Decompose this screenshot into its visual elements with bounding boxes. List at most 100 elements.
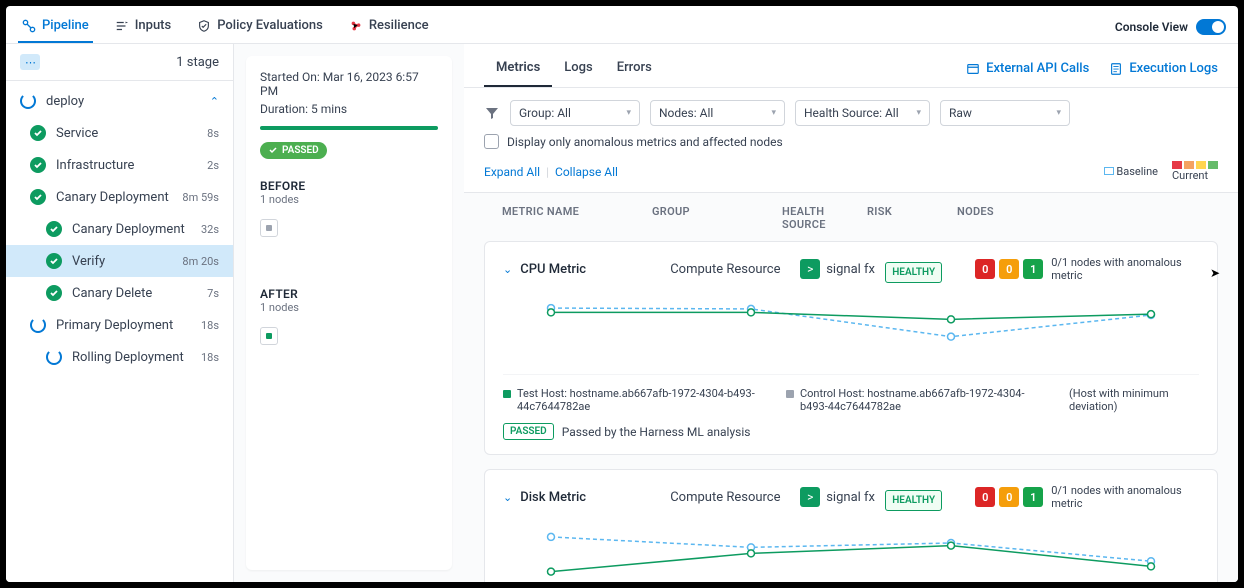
- tree-item-primary-deployment[interactable]: Primary Deployment18s: [6, 309, 233, 341]
- tab-resilience[interactable]: Resilience: [345, 10, 433, 43]
- col-metric-name: METRIC NAME: [502, 205, 652, 231]
- pipeline-sidebar: ⋯ 1 stage deploy⌃Service8sInfrastructure…: [6, 44, 234, 582]
- inputs-icon: [115, 19, 129, 33]
- after-node-box[interactable]: [260, 327, 278, 345]
- check-icon: [46, 221, 62, 237]
- duration-label: 7s: [207, 287, 219, 300]
- tab-label: Pipeline: [42, 18, 89, 33]
- anomalous-only-label: Display only anomalous metrics and affec…: [507, 135, 783, 149]
- logs-icon: [1109, 62, 1123, 76]
- top-tab-bar: Pipeline Inputs Policy Evaluations Resil…: [6, 6, 1238, 44]
- tab-pipeline[interactable]: Pipeline: [18, 10, 93, 43]
- risk-badge: HEALTHY: [885, 490, 942, 511]
- chart-legend: Baseline Current: [1104, 161, 1218, 182]
- control-host: Control Host: hostname.ab667afb-1972-430…: [800, 387, 1049, 413]
- toggle-switch-icon: [1196, 19, 1226, 35]
- passed-badge: PASSED: [503, 423, 554, 440]
- check-icon: [46, 285, 62, 301]
- col-group: GROUP: [652, 205, 782, 231]
- tab-policy[interactable]: Policy Evaluations: [193, 10, 327, 43]
- expand-all-link[interactable]: Expand All: [484, 165, 540, 179]
- chevron-down-icon: ▾: [771, 108, 776, 118]
- col-nodes: NODES: [957, 205, 1200, 231]
- risk-badge: HEALTHY: [885, 262, 942, 283]
- filter-mode[interactable]: Raw▾: [940, 100, 1070, 126]
- node-health-cells: 001: [975, 487, 1043, 507]
- collapse-all-link[interactable]: Collapse All: [555, 165, 618, 179]
- tree-item-verify[interactable]: Verify8m 20s: [6, 245, 233, 277]
- before-header: BEFORE: [260, 179, 438, 193]
- chevron-down-icon: ▾: [916, 108, 921, 118]
- metric-name: CPU Metric: [520, 262, 670, 277]
- duration-label: 32s: [201, 223, 219, 236]
- stage-grid-icon[interactable]: ⋯: [20, 54, 40, 70]
- chevron-down-icon[interactable]: ⌄: [503, 491, 512, 504]
- metric-group: Compute Resource: [670, 262, 800, 277]
- metric-card-disk-metric: ⌄ Disk Metric Compute Resource >signal f…: [484, 469, 1218, 582]
- subtab-logs[interactable]: Logs: [552, 50, 604, 87]
- duration: Duration: 5 mins: [260, 102, 438, 116]
- duration-label: 8s: [207, 127, 219, 140]
- filter-icon[interactable]: [484, 105, 500, 121]
- policy-icon: [197, 19, 211, 33]
- test-host-swatch-icon: [503, 390, 511, 398]
- passed-badge: PASSED: [260, 142, 327, 159]
- check-icon: [30, 189, 46, 205]
- tab-label: Policy Evaluations: [217, 18, 323, 33]
- metric-card-cpu-metric: ⌄ CPU Metric Compute Resource >signal fx…: [484, 241, 1218, 455]
- before-nodes: 1 nodes: [260, 193, 438, 206]
- spinner-icon: [46, 349, 62, 365]
- tree-item-canary-deployment[interactable]: Canary Deployment32s: [6, 213, 233, 245]
- chevron-down-icon: ▾: [1056, 108, 1061, 118]
- execution-logs-link[interactable]: Execution Logs: [1109, 61, 1218, 76]
- metric-chart: [503, 524, 1199, 582]
- health-source: >signal fx: [800, 259, 885, 279]
- filter-nodes[interactable]: Nodes: All▾: [650, 100, 785, 126]
- test-host: Test Host: hostname.ab667afb-1972-4304-b…: [517, 387, 766, 413]
- resilience-icon: [349, 19, 363, 33]
- stage-count: 1 stage: [176, 55, 219, 70]
- tree-item-deploy[interactable]: deploy⌃: [6, 85, 233, 117]
- duration-label: 2s: [207, 159, 219, 172]
- health-source: >signal fx: [800, 487, 885, 507]
- host-note: (Host with minimum deviation): [1069, 387, 1199, 413]
- duration-label: 8m 20s: [182, 255, 219, 268]
- duration-label: 8m 59s: [182, 191, 219, 204]
- check-icon: [30, 157, 46, 173]
- console-view-toggle[interactable]: Console View: [1115, 19, 1226, 35]
- metric-name: Disk Metric: [520, 490, 670, 505]
- tree-item-canary-delete[interactable]: Canary Delete7s: [6, 277, 233, 309]
- anomalous-only-checkbox[interactable]: [484, 134, 499, 149]
- spinner-icon: [20, 93, 36, 109]
- api-icon: [966, 62, 980, 76]
- passed-message: Passed by the Harness ML analysis: [562, 425, 751, 439]
- filter-health-source[interactable]: Health Source: All▾: [795, 100, 930, 126]
- col-risk: RISK: [867, 205, 957, 231]
- chevron-up-icon: ⌃: [210, 95, 219, 108]
- external-api-calls-link[interactable]: External API Calls: [966, 61, 1089, 76]
- console-view-label: Console View: [1115, 20, 1188, 34]
- chevron-down-icon[interactable]: ⌄: [503, 263, 512, 276]
- control-host-swatch-icon: [786, 390, 794, 398]
- tree-item-infrastructure[interactable]: Infrastructure2s: [6, 149, 233, 181]
- progress-bar: [260, 126, 438, 130]
- tree-item-service[interactable]: Service8s: [6, 117, 233, 149]
- spinner-icon: [30, 317, 46, 333]
- tab-inputs[interactable]: Inputs: [111, 10, 175, 43]
- chevron-down-icon: ▾: [626, 108, 631, 118]
- col-health-source: HEALTH SOURCE: [782, 205, 867, 231]
- node-health-cells: 001: [975, 259, 1043, 279]
- after-header: AFTER: [260, 287, 438, 301]
- after-nodes: 1 nodes: [260, 301, 438, 314]
- metric-group: Compute Resource: [670, 490, 800, 505]
- filter-group[interactable]: Group: All▾: [510, 100, 640, 126]
- before-node-box[interactable]: [260, 219, 278, 237]
- detail-tabs: Metrics Logs Errors External API Calls E…: [464, 44, 1238, 88]
- subtab-errors[interactable]: Errors: [605, 50, 664, 87]
- node-anomaly-text: 0/1 nodes with anomalous metric: [1051, 256, 1199, 282]
- tree-item-canary-deployment[interactable]: Canary Deployment8m 59s: [6, 181, 233, 213]
- subtab-metrics[interactable]: Metrics: [484, 50, 552, 87]
- started-on: Started On: Mar 16, 2023 6:57 PM: [260, 70, 438, 98]
- check-icon: [46, 253, 62, 269]
- tree-item-rolling-deployment[interactable]: Rolling Deployment18s: [6, 341, 233, 373]
